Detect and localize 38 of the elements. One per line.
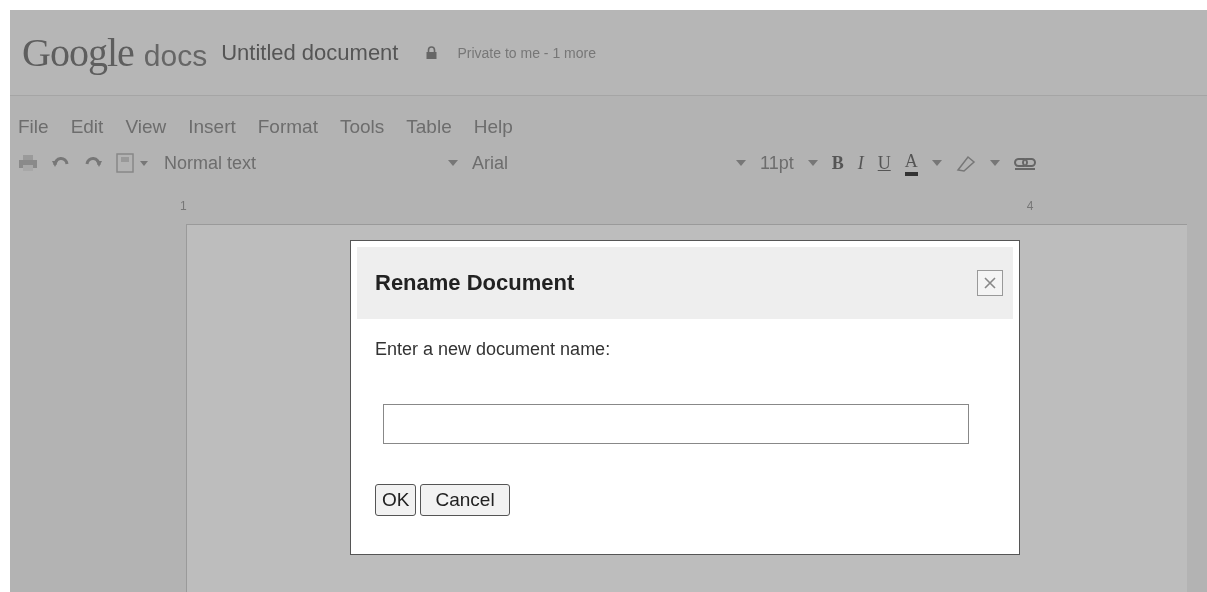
menu-item[interactable]: Insert [188, 116, 236, 138]
ruler-number: 4 [1026, 199, 1034, 213]
caret-icon[interactable] [807, 160, 818, 166]
name-input-field[interactable] [383, 404, 969, 444]
menu-item[interactable]: Table [406, 116, 452, 138]
cancel-button[interactable]: Cancel [420, 484, 510, 516]
font-dropdown[interactable]: Arial [472, 152, 722, 174]
ruler-number: 1 [180, 199, 187, 213]
font-size-dropdown[interactable]: 11pt [760, 152, 794, 174]
menu-item[interactable]: Edit [70, 116, 104, 138]
menu-item[interactable]: View [125, 116, 167, 138]
menu-item[interactable]: Tools [339, 116, 385, 138]
highlighter-icon[interactable] [955, 154, 976, 172]
menu-item[interactable]: Format [257, 116, 318, 138]
caret-icon[interactable] [931, 160, 942, 166]
ok-button[interactable]: OK [375, 484, 417, 516]
printer-icon[interactable] [18, 154, 38, 172]
caret-icon[interactable] [989, 160, 1000, 166]
bold-button[interactable]: B [831, 152, 844, 174]
link-icon[interactable] [1013, 156, 1036, 170]
dialog-title: Rename Document [375, 270, 575, 296]
menu-item[interactable]: Help [473, 116, 513, 138]
caret-icon[interactable] [736, 160, 746, 166]
logo[interactable]: Google [22, 29, 134, 76]
text-color-button[interactable]: A [904, 150, 918, 176]
style-dropdown[interactable]: Normal text [164, 152, 434, 174]
menu-item[interactable]: File [18, 116, 49, 138]
dialog-prompt: Enter a new document name: [375, 339, 612, 360]
document-title[interactable]: Untitled document [221, 39, 399, 66]
italic-button[interactable]: I [857, 152, 864, 174]
close-icon [983, 276, 997, 290]
paint-format-icon[interactable] [116, 153, 150, 173]
underline-button[interactable]: U [877, 152, 891, 174]
caret-icon[interactable] [448, 160, 458, 166]
close-button[interactable] [977, 270, 1003, 296]
lock-icon [426, 46, 438, 59]
product-name: docs [143, 39, 208, 73]
sharing-status[interactable]: Private to me - 1 more [457, 44, 596, 61]
